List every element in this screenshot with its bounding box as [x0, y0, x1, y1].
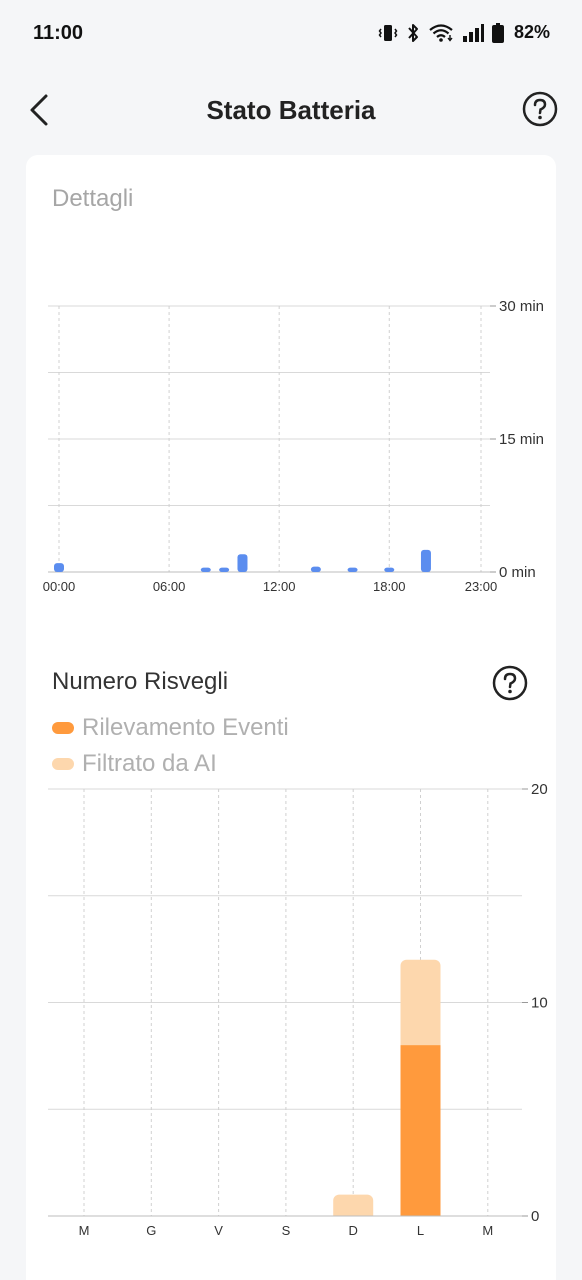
bar-event-detection [400, 1045, 441, 1216]
x-tick-label: M [482, 1223, 493, 1238]
y-tick-label: 10 [531, 995, 548, 1012]
x-tick-label: G [146, 1223, 156, 1238]
x-tick-label: M [79, 1223, 90, 1238]
x-tick-label: D [349, 1223, 358, 1238]
baseline-mask [48, 1216, 522, 1224]
x-tick-label: S [282, 1223, 291, 1238]
x-tick-label: V [214, 1223, 223, 1238]
y-tick-label: 20 [531, 781, 548, 798]
x-tick-label: L [417, 1223, 424, 1238]
y-tick-label: 0 [531, 1208, 539, 1225]
wakeups-chart: M G V S D L M 20 10 0 [48, 781, 548, 1238]
